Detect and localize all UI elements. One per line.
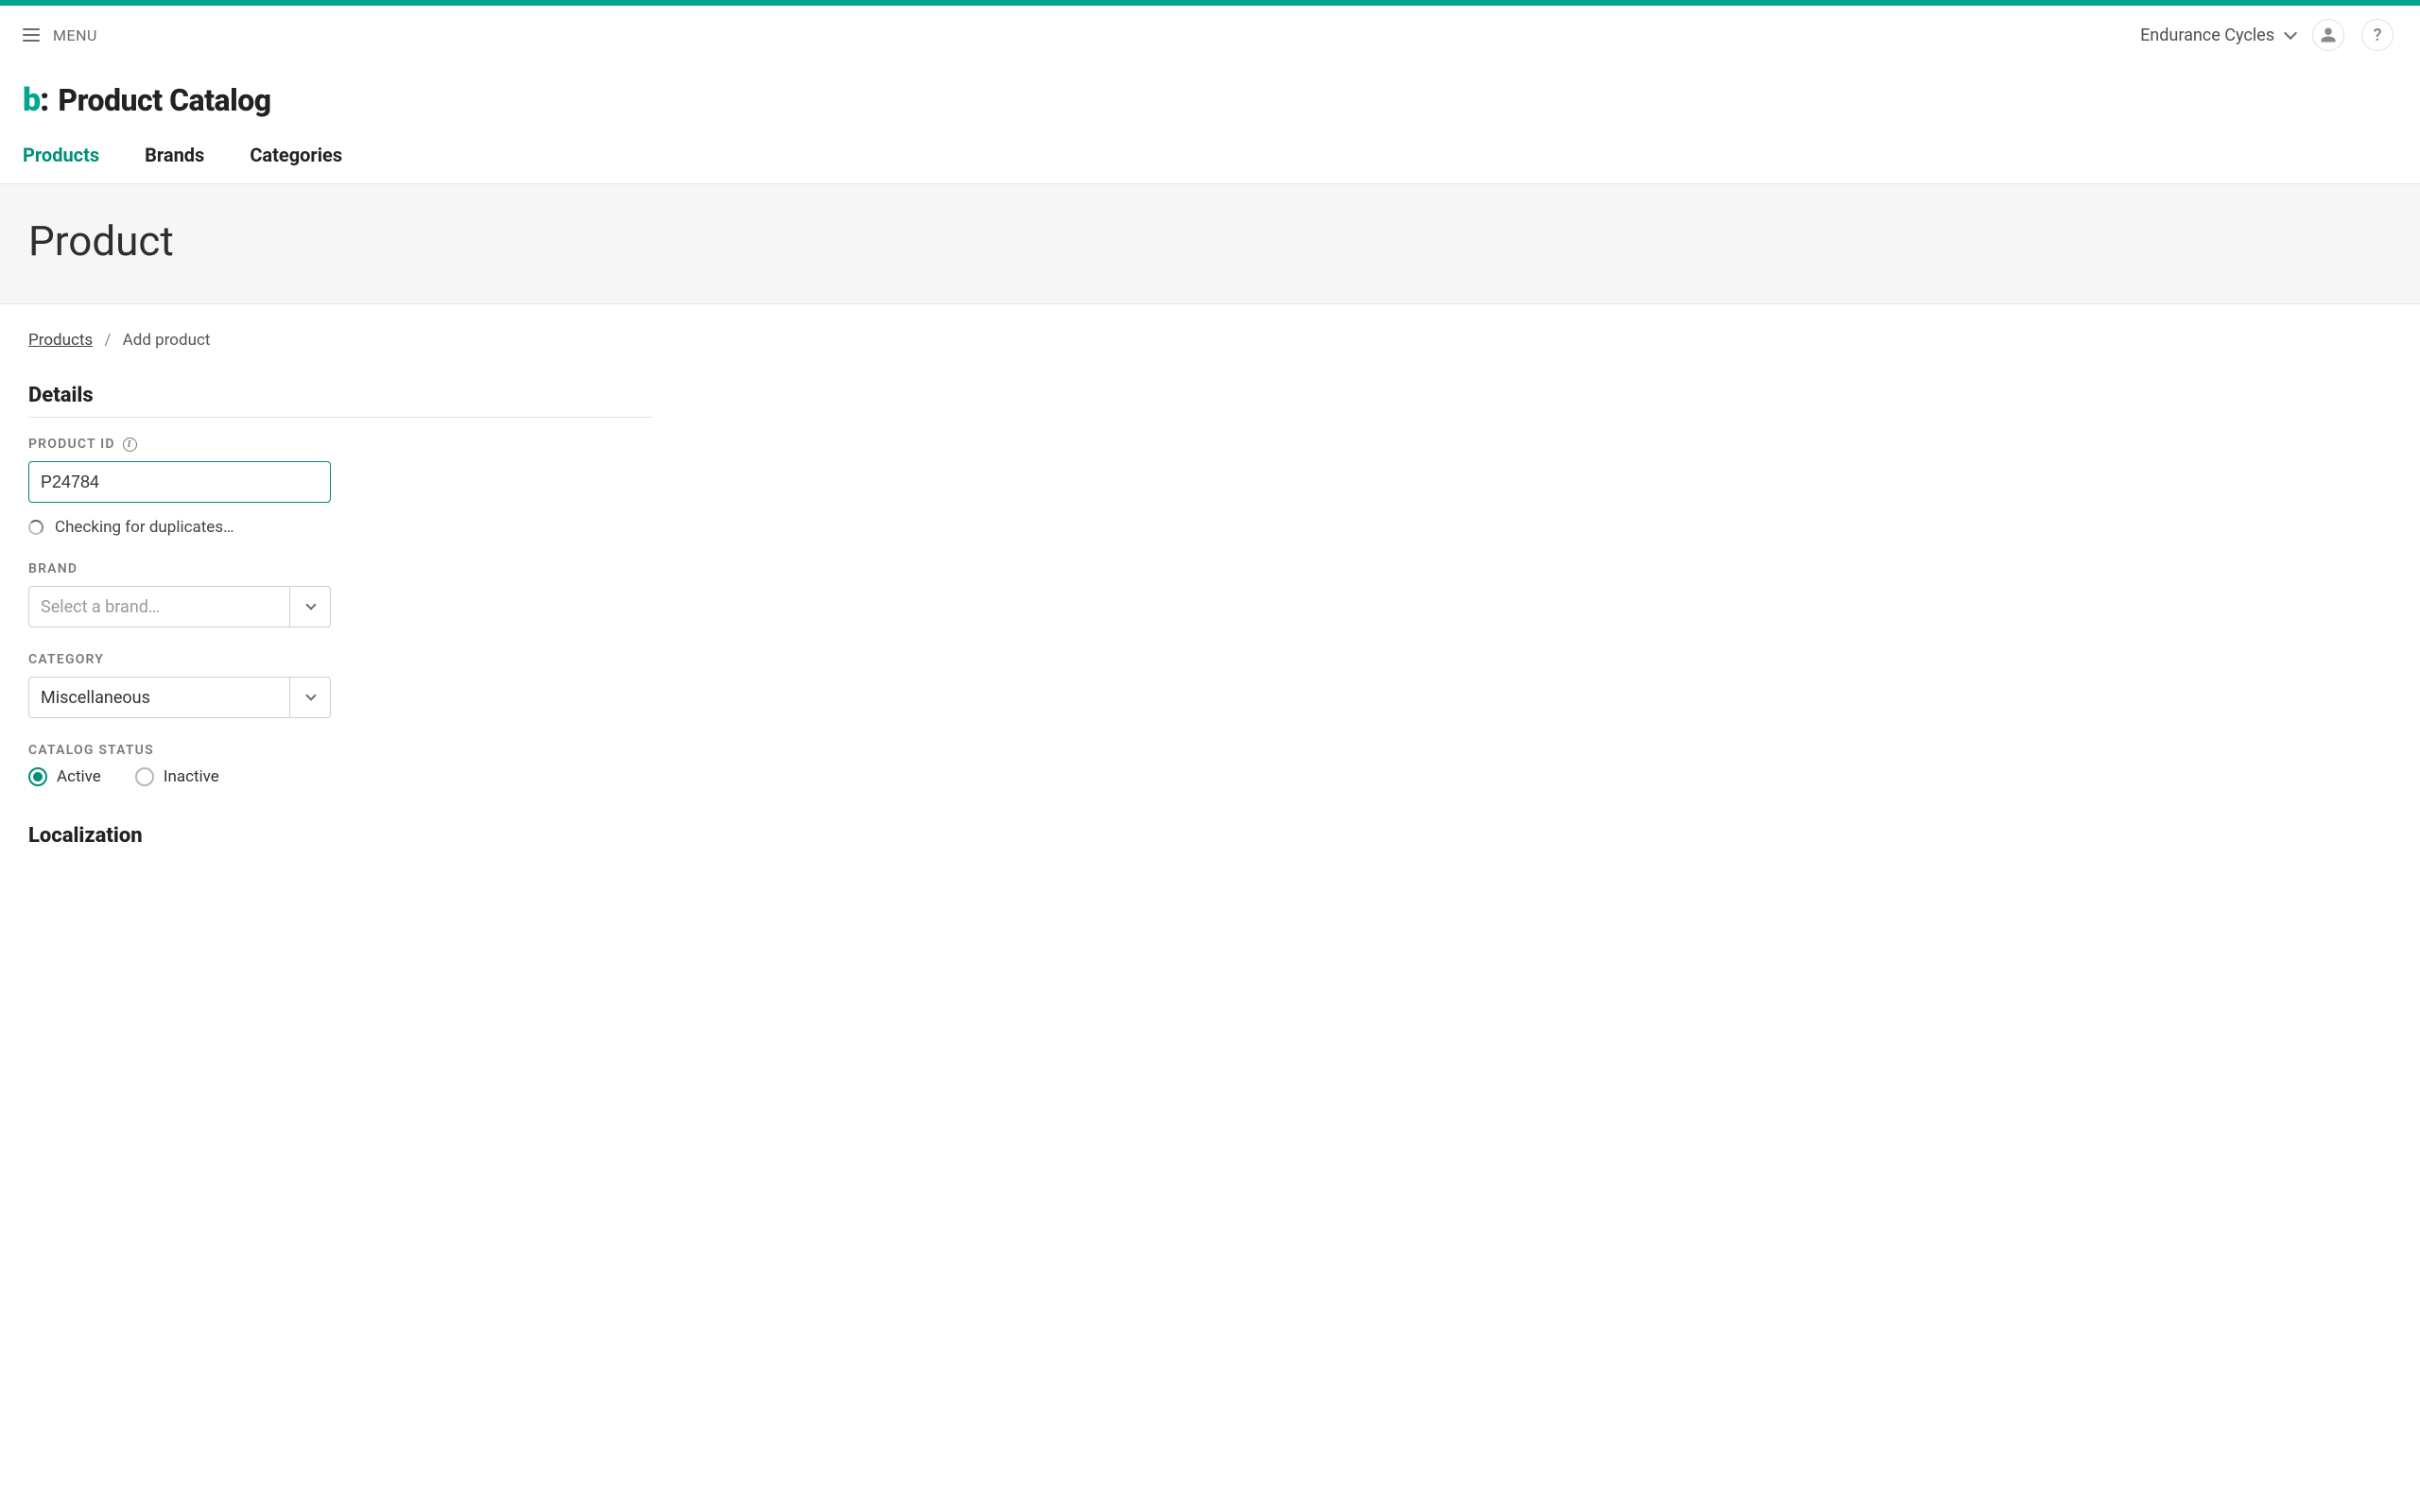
details-section: Details PRODUCT ID i Checking for duplic… <box>28 384 652 848</box>
catalog-status-label: CATALOG STATUS <box>28 743 652 758</box>
localization-heading: Localization <box>28 824 652 848</box>
hamburger-icon <box>23 28 40 42</box>
tab-categories[interactable]: Categories <box>250 144 342 183</box>
radio-inactive-label: Inactive <box>164 767 219 786</box>
app-logo: b: <box>23 81 48 119</box>
section-divider <box>28 417 652 418</box>
question-icon: ? <box>2374 26 2382 45</box>
product-id-label-text: PRODUCT ID <box>28 437 115 452</box>
status-text: Checking for duplicates… <box>55 518 233 537</box>
spinner-icon <box>28 520 43 535</box>
product-id-input[interactable] <box>28 461 331 503</box>
tenant-name: Endurance Cycles <box>2140 26 2274 45</box>
info-icon[interactable]: i <box>123 438 137 452</box>
category-label: CATEGORY <box>28 652 652 667</box>
duplicate-check-status: Checking for duplicates… <box>28 518 652 537</box>
radio-active[interactable]: Active <box>28 767 101 786</box>
topbar: MENU Endurance Cycles ? <box>0 6 2420 64</box>
radio-active-label: Active <box>57 767 101 786</box>
page-title: Product Catalog <box>58 82 270 118</box>
catalog-status-radio-group: Active Inactive <box>28 767 652 786</box>
chevron-down-icon <box>2284 26 2297 40</box>
details-heading: Details <box>28 384 652 407</box>
subheader-title: Product <box>28 216 2392 266</box>
radio-icon <box>135 767 154 786</box>
user-icon <box>2320 26 2337 43</box>
menu-toggle[interactable]: MENU <box>23 26 97 44</box>
product-id-label: PRODUCT ID i <box>28 437 652 452</box>
breadcrumb: Products / Add product <box>28 331 2392 350</box>
radio-inactive[interactable]: Inactive <box>135 767 219 786</box>
category-select[interactable]: Miscellaneous <box>28 677 331 718</box>
radio-icon <box>28 767 47 786</box>
brand-select[interactable]: Select a brand… <box>28 586 331 627</box>
breadcrumb-root[interactable]: Products <box>28 331 93 350</box>
user-menu-button[interactable] <box>2312 19 2344 51</box>
tab-brands[interactable]: Brands <box>145 144 204 183</box>
tenant-switcher[interactable]: Endurance Cycles <box>2140 26 2295 45</box>
subheader: Product <box>0 184 2420 304</box>
brand-label: BRAND <box>28 561 652 576</box>
menu-label: MENU <box>53 26 97 44</box>
page-title-row: b: Product Catalog <box>0 64 2420 119</box>
breadcrumb-separator: / <box>104 331 111 350</box>
primary-tabs: Products Brands Categories <box>0 119 2420 184</box>
help-button[interactable]: ? <box>2361 19 2394 51</box>
tab-products[interactable]: Products <box>23 144 99 183</box>
content-area: Products / Add product Details PRODUCT I… <box>0 304 2420 884</box>
breadcrumb-current: Add product <box>123 331 211 350</box>
